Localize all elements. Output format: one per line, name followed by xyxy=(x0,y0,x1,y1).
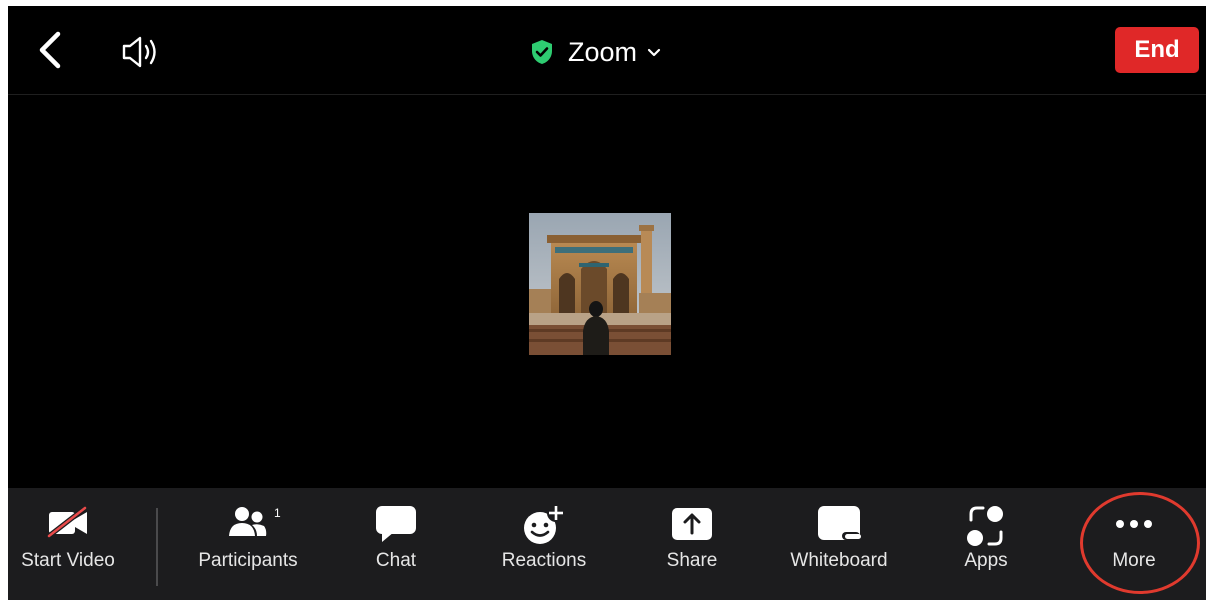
apps-button[interactable]: Apps xyxy=(948,488,1024,600)
chat-bubble-icon xyxy=(376,506,416,542)
emoji-plus-icon xyxy=(524,504,565,544)
start-video-label: Start Video xyxy=(21,550,115,571)
more-button[interactable]: More xyxy=(1096,488,1172,600)
back-button[interactable] xyxy=(36,28,66,72)
participants-label: Participants xyxy=(198,550,298,571)
reactions-button[interactable]: Reactions xyxy=(492,488,596,600)
speaker-icon xyxy=(122,36,156,68)
participants-button[interactable]: 1 Participants xyxy=(186,488,310,600)
more-label: More xyxy=(1112,550,1156,571)
start-video-button[interactable]: Start Video xyxy=(8,488,128,600)
share-upload-icon xyxy=(672,508,712,540)
back-chevron-icon xyxy=(39,31,61,69)
meeting-title: Zoom xyxy=(568,37,638,67)
participants-icon xyxy=(229,507,267,536)
toolbar-divider xyxy=(156,508,158,586)
apps-label: Apps xyxy=(964,550,1008,571)
reactions-label: Reactions xyxy=(501,550,587,571)
meeting-title-button[interactable]: Zoom xyxy=(530,34,661,70)
speaker-button[interactable] xyxy=(120,34,168,70)
whiteboard-button[interactable]: Whiteboard xyxy=(782,488,896,600)
meeting-toolbar: Start Video 1 Participants Chat Reaction… xyxy=(8,488,1206,600)
participant-avatar-photo xyxy=(529,213,671,355)
video-area xyxy=(8,95,1206,488)
more-dots-icon xyxy=(1116,520,1152,528)
chat-button[interactable]: Chat xyxy=(356,488,436,600)
share-label: Share xyxy=(666,550,718,571)
whiteboard-label: Whiteboard xyxy=(790,550,888,571)
chat-label: Chat xyxy=(375,550,417,571)
meeting-screen: Zoom End Start Video 1 Participants Chat… xyxy=(8,6,1206,600)
chevron-down-icon xyxy=(647,48,661,57)
share-button[interactable]: Share xyxy=(650,488,734,600)
video-off-icon xyxy=(47,506,87,538)
end-meeting-button[interactable]: End xyxy=(1115,27,1199,73)
shield-check-icon xyxy=(532,40,552,64)
apps-icon xyxy=(967,506,1003,546)
whiteboard-icon xyxy=(818,506,861,540)
top-bar: Zoom End xyxy=(8,6,1206,95)
participants-count-badge: 1 xyxy=(274,506,281,520)
